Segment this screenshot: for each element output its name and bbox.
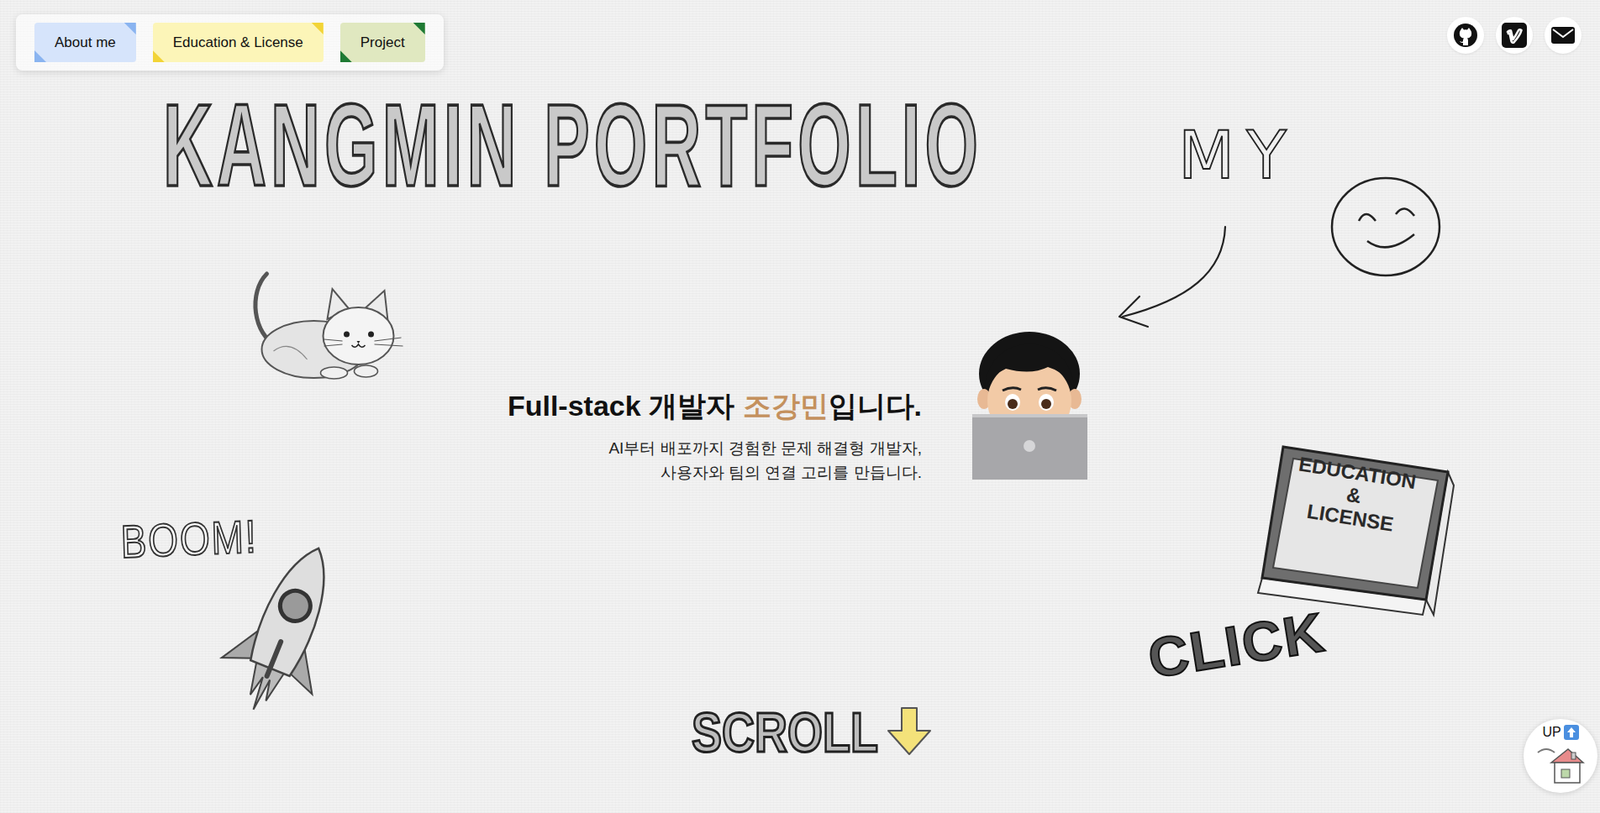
my-label: MY	[1178, 122, 1299, 189]
tab-label: Project	[360, 34, 406, 51]
up-label: UP	[1542, 724, 1561, 742]
nav-tab[interactable]: Project	[340, 22, 426, 63]
top-bar: About me Education & License Project	[0, 0, 1600, 71]
house-icon	[1536, 741, 1585, 785]
hero-subtitle: AI부터 배포까지 경험한 문제 해결형 개발자,사용자와 팀의 연결 고리를 …	[507, 436, 922, 485]
nav-panel: About me Education & License Project	[15, 14, 444, 71]
education-book[interactable]: EDUCATION&LICENSE	[1249, 428, 1456, 618]
heading-suffix: 입니다.	[828, 389, 922, 422]
github-logo-icon	[1452, 22, 1479, 48]
mail-icon[interactable]	[1544, 16, 1582, 54]
click-label: CLICK	[1144, 604, 1329, 687]
curved-arrow-icon	[1107, 222, 1234, 332]
github-icon[interactable]	[1447, 16, 1485, 54]
scroll-up-button[interactable]: UP	[1523, 719, 1598, 794]
subtitle-line: AI부터 배포까지 경험한 문제 해결형 개발자,	[507, 436, 922, 461]
vimeo-icon[interactable]	[1495, 16, 1533, 54]
nav-tab[interactable]: About me	[34, 22, 137, 63]
subtitle-line: 사용자와 팀의 연결 고리를 만듭니다.	[507, 460, 922, 485]
nav-tab[interactable]: Education & License	[152, 22, 324, 63]
memoji-laptop-icon	[972, 330, 1088, 480]
down-arrow-icon	[884, 705, 934, 758]
tab-label: About me	[54, 34, 116, 51]
scroll-hint: SCROLL	[691, 705, 934, 758]
boom-label: BOOM!	[120, 513, 258, 566]
up-label-row: UP	[1542, 724, 1579, 742]
envelope-icon	[1550, 25, 1576, 46]
tab-label: Education & License	[173, 34, 304, 51]
name-highlight: 조강민	[742, 389, 829, 422]
hero-heading: Full-stack 개발자 조강민입니다.	[507, 388, 922, 425]
vimeo-logo-icon	[1501, 22, 1527, 48]
scroll-label: SCROLL	[691, 703, 879, 761]
portfolio-title: KANGMIN PORTFOLIO	[163, 87, 983, 205]
hero-intro: Full-stack 개발자 조강민입니다. AI부터 배포까지 경험한 문제 …	[507, 388, 922, 485]
rocket-icon	[209, 535, 361, 733]
heading-text: Full-stack 개발자	[507, 389, 743, 422]
up-arrow-icon	[1563, 725, 1579, 741]
smiley-icon	[1326, 172, 1445, 282]
cat-icon	[239, 267, 409, 385]
social-links	[1447, 14, 1582, 54]
portfolio-page: About me Education & License Project	[0, 0, 1600, 813]
